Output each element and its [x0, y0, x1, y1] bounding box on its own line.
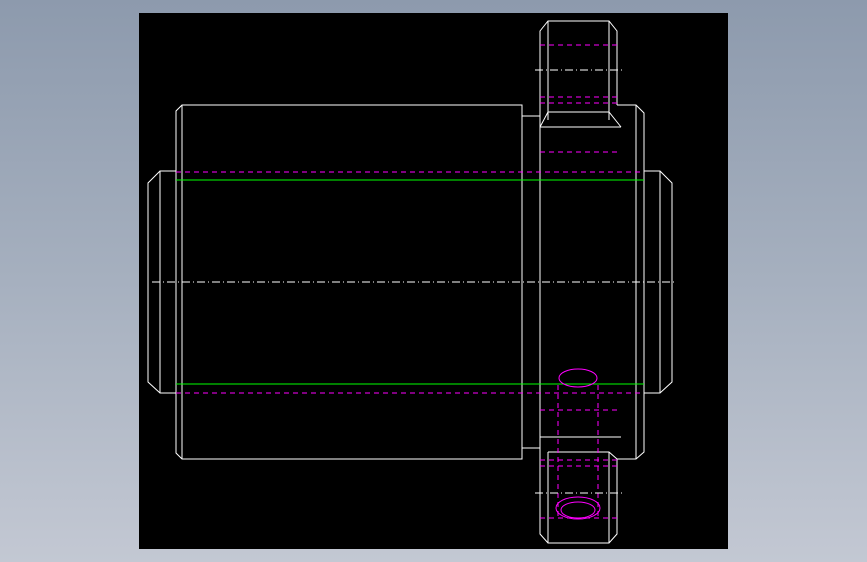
cad-viewport[interactable]	[139, 13, 728, 549]
cad-drawing	[147, 20, 677, 544]
hole-ellipse-lower-inner	[560, 501, 596, 519]
flange-bottom-tab	[539, 448, 618, 544]
center-lines	[152, 69, 677, 494]
hole-ellipse-lower	[555, 496, 601, 520]
hole-ellipses	[555, 368, 601, 520]
flange-top-tab	[539, 20, 618, 116]
